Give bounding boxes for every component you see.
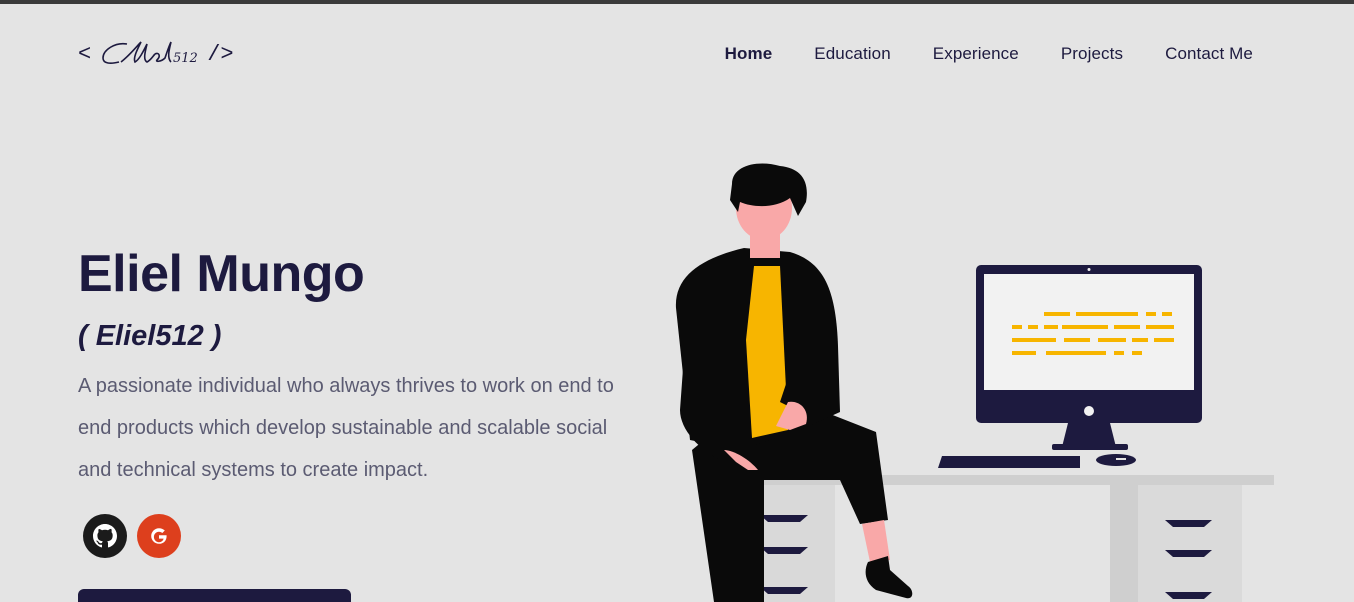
nav-home[interactable]: Home xyxy=(725,44,773,64)
nav-contact-me[interactable]: Contact Me xyxy=(1165,44,1253,64)
hero-description: A passionate individual who always thriv… xyxy=(78,375,614,481)
google-link[interactable] xyxy=(137,514,181,558)
cta-button[interactable] xyxy=(78,589,351,602)
logo-open-bracket: < xyxy=(78,41,92,67)
main-nav: Home Education Experience Projects Conta… xyxy=(725,44,1253,64)
github-link[interactable] xyxy=(83,514,127,558)
github-icon xyxy=(93,524,117,548)
social-links xyxy=(83,514,181,558)
site-logo[interactable]: < 512 /> xyxy=(78,36,234,72)
developer-illustration xyxy=(675,163,1274,602)
google-icon xyxy=(151,528,167,544)
hero-handle: ( Eliel512 ) xyxy=(78,320,222,352)
nav-education[interactable]: Education xyxy=(814,44,891,64)
logo-close-bracket: /> xyxy=(207,41,234,67)
window-top-border xyxy=(0,0,1354,4)
hero-name: Eliel Mungo xyxy=(78,245,365,303)
signature-logo: 512 xyxy=(102,41,198,66)
nav-experience[interactable]: Experience xyxy=(933,44,1019,64)
nav-projects[interactable]: Projects xyxy=(1061,44,1123,64)
svg-text:512: 512 xyxy=(173,51,198,66)
